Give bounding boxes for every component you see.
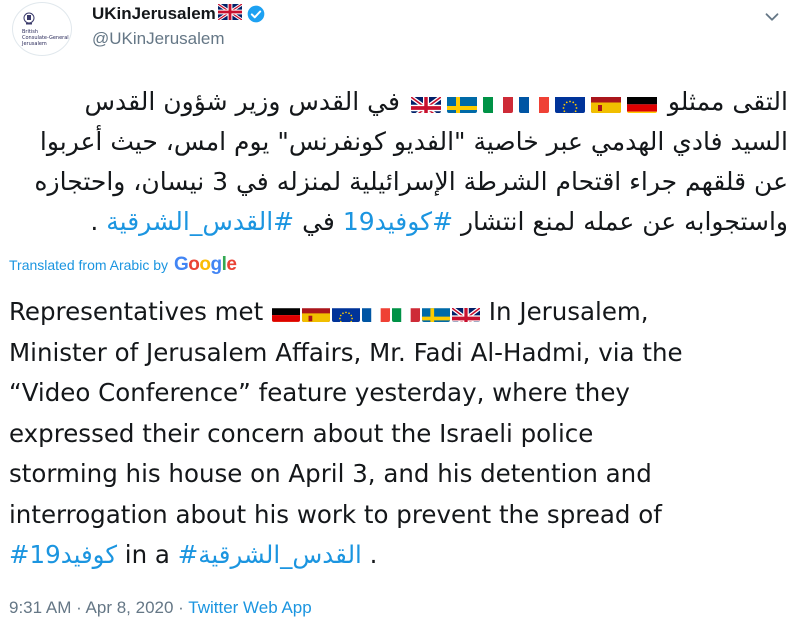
avatar-text-line: Jerusalem [22, 40, 47, 47]
spain-flag-icon [590, 91, 621, 113]
verified-badge-icon [247, 5, 265, 23]
english-line-5: storming his house on April 3, and his d… [9, 459, 652, 488]
english-text-segment: In Jerusalem, [481, 297, 649, 326]
translated-label[interactable]: Translated from Arabic by [9, 257, 168, 273]
germany-flag-icon [272, 301, 301, 322]
avatar[interactable]: British Consulate-General Jerusalem [12, 2, 72, 56]
arabic-line-4: واستجوابه عن عمله لمنع انتشار #كوفيد19 ف… [10, 202, 788, 242]
hashtag-covid19[interactable]: #كوفيد19 [343, 207, 453, 236]
google-logo: Google [174, 254, 237, 275]
english-text-segment: . [361, 540, 378, 569]
display-name-row: UKinJerusalem [92, 2, 266, 25]
english-line-4: expressed their concern about the Israel… [9, 418, 594, 448]
arabic-line-1: التقى ممثلو في القدس وزير شؤون القدس [10, 82, 789, 122]
france-flag-icon [362, 301, 391, 322]
italy-flag-icon [392, 301, 421, 322]
english-line-7: #كوفيد19 in a #القدس_الشرقية . [9, 535, 794, 576]
english-text-segment: in a [117, 540, 178, 569]
hashtag-covid19[interactable]: #كوفيد19 [9, 540, 117, 569]
germany-flag-icon [626, 91, 657, 113]
hashtag-east-jerusalem[interactable]: #القدس_الشرقية [106, 207, 294, 236]
arabic-text-segment: في القدس وزير شؤون القدس [84, 87, 400, 116]
crest-icon [23, 12, 35, 24]
sweden-flag-icon [422, 301, 451, 322]
english-line-1: Representatives met In Jerusalem, [9, 292, 794, 333]
tweet-header: British Consulate-General Jerusalem UKin… [12, 0, 789, 62]
flag-group [271, 297, 481, 326]
english-line-6: interrogation about his work to prevent … [9, 499, 662, 529]
france-flag-icon [518, 91, 549, 113]
arabic-text-segment: واستجوابه عن عمله لمنع انتشار [453, 207, 788, 236]
english-text-segment: Representatives met [9, 297, 272, 326]
arabic-text-segment: التقى ممثلو [659, 87, 788, 116]
eu-flag-icon [332, 301, 361, 322]
source-link[interactable]: Twitter Web App [188, 598, 311, 617]
arabic-text-segment: . [90, 207, 99, 236]
english-line-2: Minister of Jerusalem Affairs, Mr. Fadi … [9, 337, 683, 367]
arabic-line-3: عن قلقهم جراء اقتحام الشرطة الإسرائيلية … [34, 167, 788, 196]
uk-flag-icon [452, 301, 481, 322]
chevron-down-icon[interactable] [761, 6, 783, 28]
tweet-translated-text: Representatives met In Jerusalem, Minist… [9, 292, 794, 576]
translation-attribution: Translated from Arabic by Google [9, 254, 237, 276]
flag-group [408, 87, 660, 116]
arabic-line-2: السيد فادي الهدمي عبر خاصية "الفديو كونف… [39, 127, 788, 156]
english-line-3: “Video Conference” feature yesterday, wh… [9, 378, 630, 407]
tweet-original-text: التقى ممثلو في القدس وزير شؤون القدس الس… [10, 82, 788, 242]
user-names: UKinJerusalem @UKinJerusalem [92, 2, 266, 49]
user-handle[interactable]: @UKinJerusalem [92, 29, 266, 49]
arabic-text-segment: في [294, 207, 335, 236]
italy-flag-icon [482, 91, 513, 113]
spain-flag-icon [302, 301, 331, 322]
tweet-meta: 9:31 AM · Apr 8, 2020 · Twitter Web App [9, 598, 312, 618]
timestamp[interactable]: 9:31 AM · Apr 8, 2020 · [9, 598, 188, 617]
hashtag-east-jerusalem[interactable]: #القدس_الشرقية [178, 540, 362, 569]
uk-flag-icon [410, 91, 441, 113]
uk-flag-icon [216, 2, 243, 24]
sweden-flag-icon [446, 91, 477, 113]
eu-flag-icon [554, 91, 585, 113]
display-name[interactable]: UKinJerusalem [92, 4, 216, 24]
